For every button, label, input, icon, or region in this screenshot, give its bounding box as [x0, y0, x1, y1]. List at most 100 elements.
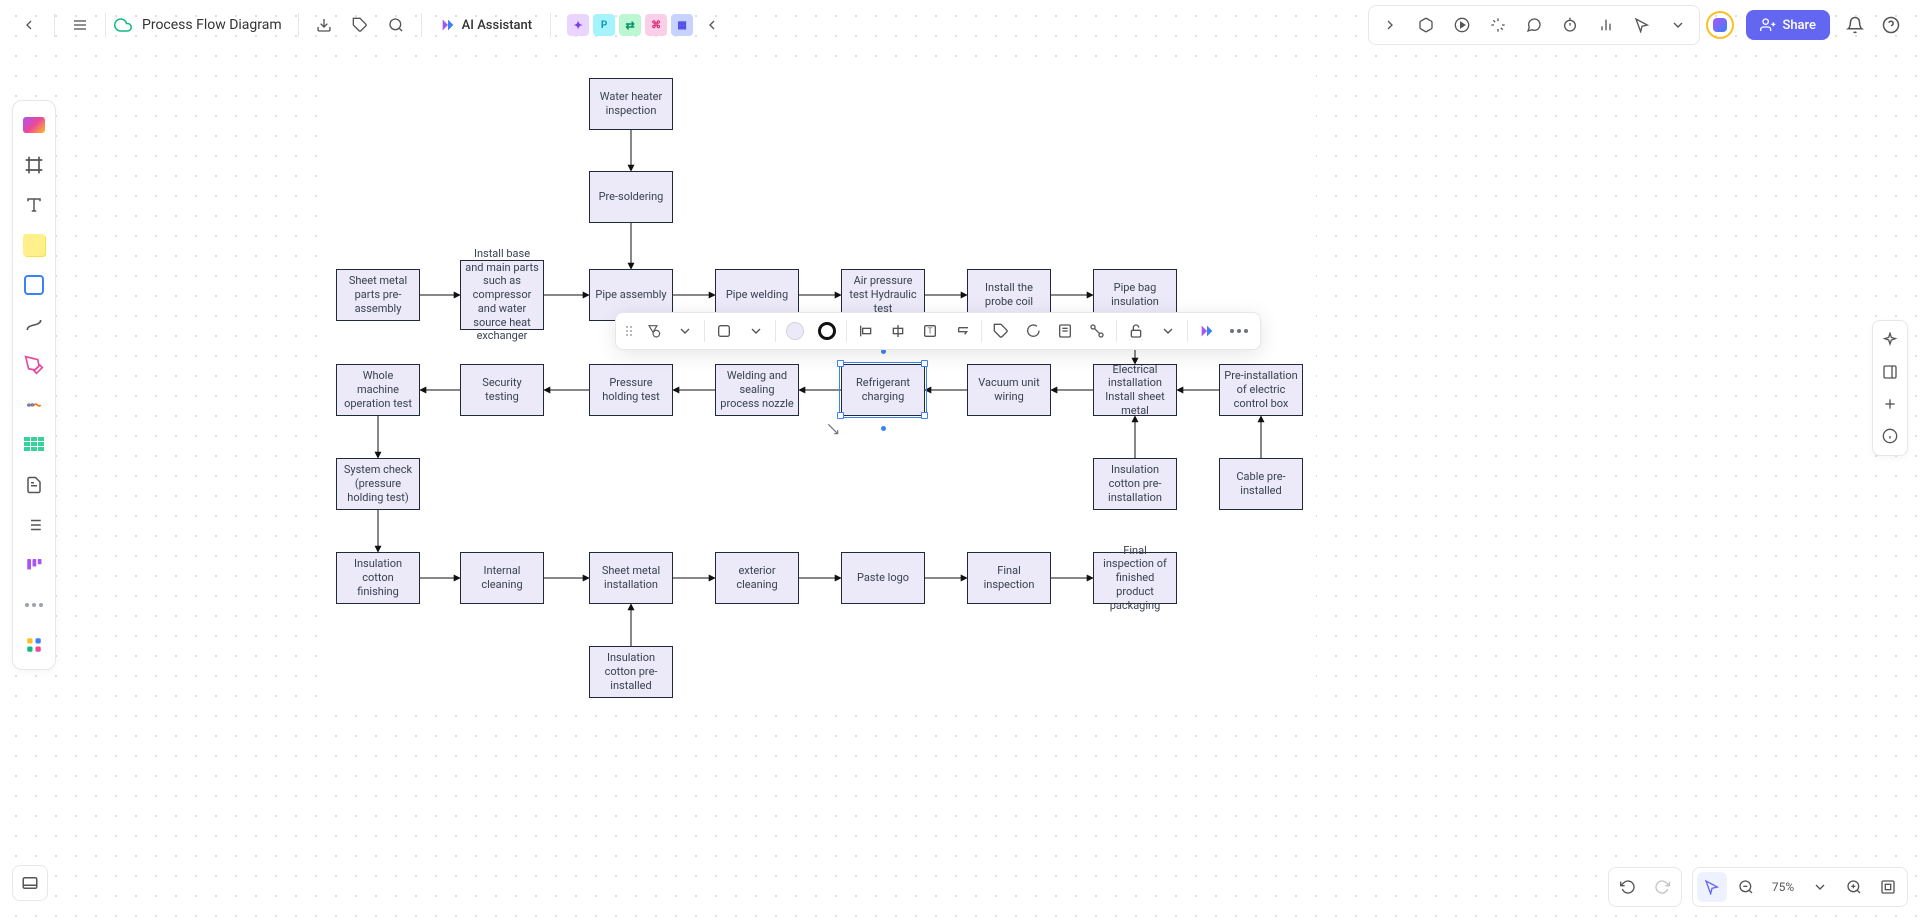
flowchart-node[interactable]: exterior cleaning [715, 552, 799, 604]
fit-view-button[interactable] [1873, 872, 1903, 902]
timer-icon[interactable] [1553, 8, 1587, 42]
table-tool[interactable] [16, 427, 52, 463]
flowchart-node[interactable]: Vacuum unit wiring [967, 364, 1051, 416]
fill-color-button[interactable] [780, 316, 810, 346]
apps-button[interactable] [16, 627, 52, 663]
selection-handle[interactable] [837, 412, 844, 419]
expand-right-icon[interactable] [1373, 8, 1407, 42]
ai-assistant-button[interactable]: AI Assistant [430, 13, 542, 37]
flowchart-node[interactable]: Welding and sealing process nozzle [715, 364, 799, 416]
selection-midpoint[interactable] [881, 426, 886, 431]
flowchart-node[interactable]: Pre-soldering [589, 171, 673, 223]
selection-handle[interactable] [921, 412, 928, 419]
zoom-in-button[interactable] [1839, 872, 1869, 902]
align-center-h-icon[interactable] [883, 316, 913, 346]
menu-button[interactable] [63, 8, 97, 42]
flowchart-node[interactable]: Pre-installation of electric control box [1219, 364, 1303, 416]
lock-icon[interactable] [1121, 316, 1151, 346]
document-title[interactable]: Process Flow Diagram [134, 17, 290, 33]
drag-handle[interactable] [622, 326, 636, 336]
package-icon[interactable] [1409, 8, 1443, 42]
label-icon[interactable] [947, 316, 977, 346]
context-more-button[interactable] [1224, 316, 1254, 346]
presence-avatar[interactable]: ⌘ [645, 14, 667, 36]
text-tool[interactable] [16, 187, 52, 223]
flowchart-node[interactable]: Internal cleaning [460, 552, 544, 604]
share-button[interactable]: Share [1746, 10, 1830, 40]
flowchart-node[interactable]: Sheet metal installation [589, 552, 673, 604]
flowchart-node[interactable]: Sheet metal parts pre-assembly [336, 269, 420, 321]
zoom-level[interactable]: 75% [1765, 880, 1801, 894]
flowchart-node[interactable]: Pressure holding test [589, 364, 673, 416]
notes-icon[interactable] [1050, 316, 1080, 346]
flowchart-node[interactable]: Refrigerant charging [841, 364, 925, 416]
pointer-mode-button[interactable] [1697, 872, 1727, 902]
selection-handle[interactable] [837, 360, 844, 367]
templates-button[interactable] [16, 107, 52, 143]
tag-button[interactable] [343, 8, 377, 42]
presence-avatar[interactable]: ▦ [671, 14, 693, 36]
text-button[interactable]: T [915, 316, 945, 346]
selection-handle[interactable] [921, 360, 928, 367]
sticky-note-tool[interactable] [16, 227, 52, 263]
resize-diagonal-icon[interactable] [826, 421, 840, 440]
canvas[interactable]: Water heater inspection Pre-soldering Shee… [0, 0, 1920, 919]
zoom-chevron[interactable] [1805, 872, 1835, 902]
comment-icon[interactable] [1517, 8, 1551, 42]
chart-icon[interactable] [1589, 8, 1623, 42]
stroke-color-button[interactable] [812, 316, 842, 346]
flowchart-node[interactable]: Insulation cotton pre-installation [1093, 458, 1177, 510]
presence-avatar[interactable]: P [593, 14, 615, 36]
tag-icon[interactable] [986, 316, 1016, 346]
back-button[interactable] [12, 8, 46, 42]
align-left-icon[interactable] [851, 316, 881, 346]
shape-style-chevron[interactable] [741, 316, 771, 346]
pen-tool[interactable] [16, 347, 52, 383]
shape-chevron[interactable] [670, 316, 700, 346]
redo-button[interactable] [1647, 872, 1677, 902]
download-button[interactable] [307, 8, 341, 42]
more-tools-button[interactable] [16, 587, 52, 623]
minimap-toggle[interactable] [12, 865, 48, 901]
help-button[interactable] [1874, 8, 1908, 42]
ai-side-button[interactable] [1875, 325, 1905, 355]
flowchart-node[interactable]: Insulation cotton finishing [336, 552, 420, 604]
link-icon[interactable] [1082, 316, 1112, 346]
comment-shape-icon[interactable] [1018, 316, 1048, 346]
more-tools-chevron[interactable] [1661, 8, 1695, 42]
flowchart-node[interactable]: Electrical installation Install sheet me… [1093, 364, 1177, 416]
shape-tool[interactable] [16, 267, 52, 303]
flowchart-node[interactable]: Paste logo [841, 552, 925, 604]
flowchart-node[interactable]: Water heater inspection [589, 78, 673, 130]
notifications-button[interactable] [1838, 8, 1872, 42]
flowchart-node[interactable]: Install base and main parts such as comp… [460, 260, 544, 330]
frame-tool[interactable] [16, 147, 52, 183]
ai-context-button[interactable] [1192, 316, 1222, 346]
presence-avatar[interactable]: ⇄ [619, 14, 641, 36]
flowchart-node[interactable]: Security testing [460, 364, 544, 416]
flowchart-node[interactable]: Cable pre-installed [1219, 458, 1303, 510]
switch-shape-button[interactable] [638, 316, 668, 346]
flowchart-node[interactable]: Insulation cotton pre-installed [589, 646, 673, 698]
connector-tool[interactable] [16, 307, 52, 343]
presence-more-button[interactable] [695, 8, 729, 42]
mindmap-tool[interactable] [16, 387, 52, 423]
kanban-tool[interactable] [16, 547, 52, 583]
panel-button[interactable] [1875, 357, 1905, 387]
undo-button[interactable] [1613, 872, 1643, 902]
list-tool[interactable] [16, 507, 52, 543]
flowchart-node[interactable]: Whole machine operation test [336, 364, 420, 416]
info-button[interactable] [1875, 421, 1905, 451]
flowchart-node[interactable]: Final inspection of finished product pac… [1093, 552, 1177, 604]
add-button[interactable] [1875, 389, 1905, 419]
flowchart-node[interactable]: Final inspection [967, 552, 1051, 604]
sparkle-icon[interactable] [1481, 8, 1515, 42]
search-button[interactable] [379, 8, 413, 42]
presence-avatar[interactable]: ✦ [567, 14, 589, 36]
lock-chevron[interactable] [1153, 316, 1183, 346]
flowchart-node[interactable]: System check (pressure holding test) [336, 458, 420, 510]
document-tool[interactable] [16, 467, 52, 503]
cursor-icon[interactable] [1625, 8, 1659, 42]
ai-badge-icon[interactable] [1706, 11, 1734, 39]
shape-style-button[interactable] [709, 316, 739, 346]
